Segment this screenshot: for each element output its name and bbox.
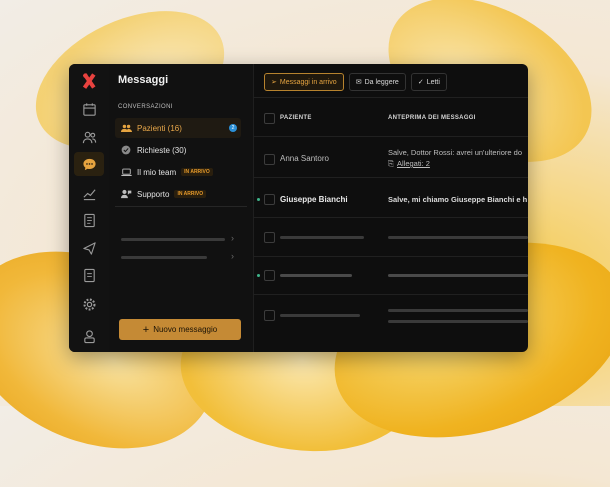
- check-icon: ✓: [417, 79, 424, 86]
- calendar-icon[interactable]: [79, 99, 99, 119]
- check-circle-icon: [119, 145, 133, 155]
- row-checkbox[interactable]: [264, 232, 275, 243]
- chart-icon[interactable]: [79, 183, 99, 203]
- skeleton-line: [121, 256, 207, 259]
- conversations-panel: Messaggi CONVERSAZIONI Pazienti (16) 2 R…: [109, 64, 254, 352]
- people-icon: [119, 124, 133, 133]
- column-header-patient: PAZIENTE: [280, 115, 312, 121]
- users-icon[interactable]: [79, 127, 99, 147]
- divider: [253, 136, 528, 137]
- conversation-label: Richieste (30): [137, 145, 187, 155]
- unread-indicator: [257, 198, 260, 201]
- app-window: Messaggi CONVERSAZIONI Pazienti (16) 2 R…: [69, 64, 528, 352]
- tab-inbox[interactable]: ➢ Messaggi in arrivo: [264, 73, 344, 91]
- divider: [253, 97, 528, 98]
- icon-rail: [69, 64, 110, 352]
- conversation-team[interactable]: Il mio team IN ARRIVO: [115, 162, 241, 182]
- tab-read[interactable]: ✓ Letti: [410, 73, 447, 91]
- divider: [253, 217, 528, 218]
- status-badge: IN ARRIVO: [181, 168, 213, 176]
- skeleton-line: [280, 314, 360, 317]
- new-message-label: Nuovo messaggio: [153, 325, 218, 334]
- tab-label: Letti: [426, 78, 440, 86]
- unread-count-badge: 2: [229, 124, 237, 132]
- conversation-richieste[interactable]: Richieste (30): [115, 140, 241, 160]
- patient-name: Anna Santoro: [280, 154, 329, 163]
- support-icon: [119, 189, 133, 199]
- tab-label: Da leggere: [364, 78, 399, 86]
- column-header-preview: ANTEPRIMA DEI MESSAGGI: [388, 115, 476, 121]
- report-icon[interactable]: [79, 265, 99, 285]
- conversation-pazienti[interactable]: Pazienti (16) 2: [115, 118, 241, 138]
- row-checkbox[interactable]: [264, 270, 275, 281]
- chevron-right-icon[interactable]: ›: [231, 251, 234, 261]
- skeleton-line: [388, 320, 528, 323]
- conversation-label: Il mio team: [137, 167, 177, 177]
- row-checkbox[interactable]: [264, 194, 275, 205]
- skeleton-line: [388, 236, 528, 239]
- status-badge: IN ARRIVO: [174, 190, 207, 198]
- paperclip-icon: ⎘: [388, 159, 394, 168]
- divider: [253, 177, 528, 178]
- skeleton-line: [280, 236, 364, 239]
- skeleton-line: [121, 238, 225, 241]
- message-preview: Salve, Dottor Rossi: avrei un'ulteriore …: [388, 148, 522, 157]
- divider: [253, 294, 528, 295]
- new-message-button[interactable]: + Nuovo messaggio: [119, 319, 241, 340]
- divider: [115, 206, 247, 207]
- plus-icon: +: [142, 323, 150, 336]
- filter-tabs: ➢ Messaggi in arrivo ✉ Da leggere ✓ Lett…: [264, 73, 447, 91]
- chat-icon[interactable]: [74, 152, 104, 176]
- skeleton-line: [388, 309, 528, 312]
- skeleton-line: [280, 274, 352, 277]
- message-list: ➢ Messaggi in arrivo ✉ Da leggere ✓ Lett…: [253, 64, 528, 352]
- divider: [253, 256, 528, 257]
- conversation-label: Pazienti (16): [137, 123, 182, 133]
- tab-label: Messaggi in arrivo: [279, 78, 337, 86]
- send-icon[interactable]: [79, 238, 99, 258]
- unread-indicator: [257, 274, 260, 277]
- section-heading: CONVERSAZIONI: [118, 104, 173, 110]
- panel-title: Messaggi: [118, 74, 169, 86]
- profile-icon[interactable]: [79, 326, 99, 346]
- row-checkbox[interactable]: [264, 154, 275, 165]
- document-icon[interactable]: [79, 210, 99, 230]
- send-icon: ➢: [271, 79, 277, 86]
- row-checkbox[interactable]: [264, 310, 275, 321]
- conversation-label: Supporto: [137, 189, 170, 199]
- mail-icon: ✉: [355, 79, 362, 86]
- skeleton-line: [388, 274, 528, 277]
- laptop-icon: [119, 168, 133, 177]
- tab-unread[interactable]: ✉ Da leggere: [348, 73, 406, 91]
- attachments-link[interactable]: ⎘ Allegati: 2: [388, 159, 430, 169]
- app-logo-icon[interactable]: [80, 72, 98, 90]
- message-preview: Salve, mi chiamo Giuseppe Bianchi e h: [388, 195, 528, 204]
- gear-icon[interactable]: [79, 294, 99, 314]
- conversation-supporto[interactable]: Supporto IN ARRIVO: [115, 184, 241, 204]
- patient-name: Giuseppe Bianchi: [280, 195, 348, 204]
- select-all-checkbox[interactable]: [264, 113, 275, 124]
- chevron-right-icon[interactable]: ›: [231, 233, 234, 243]
